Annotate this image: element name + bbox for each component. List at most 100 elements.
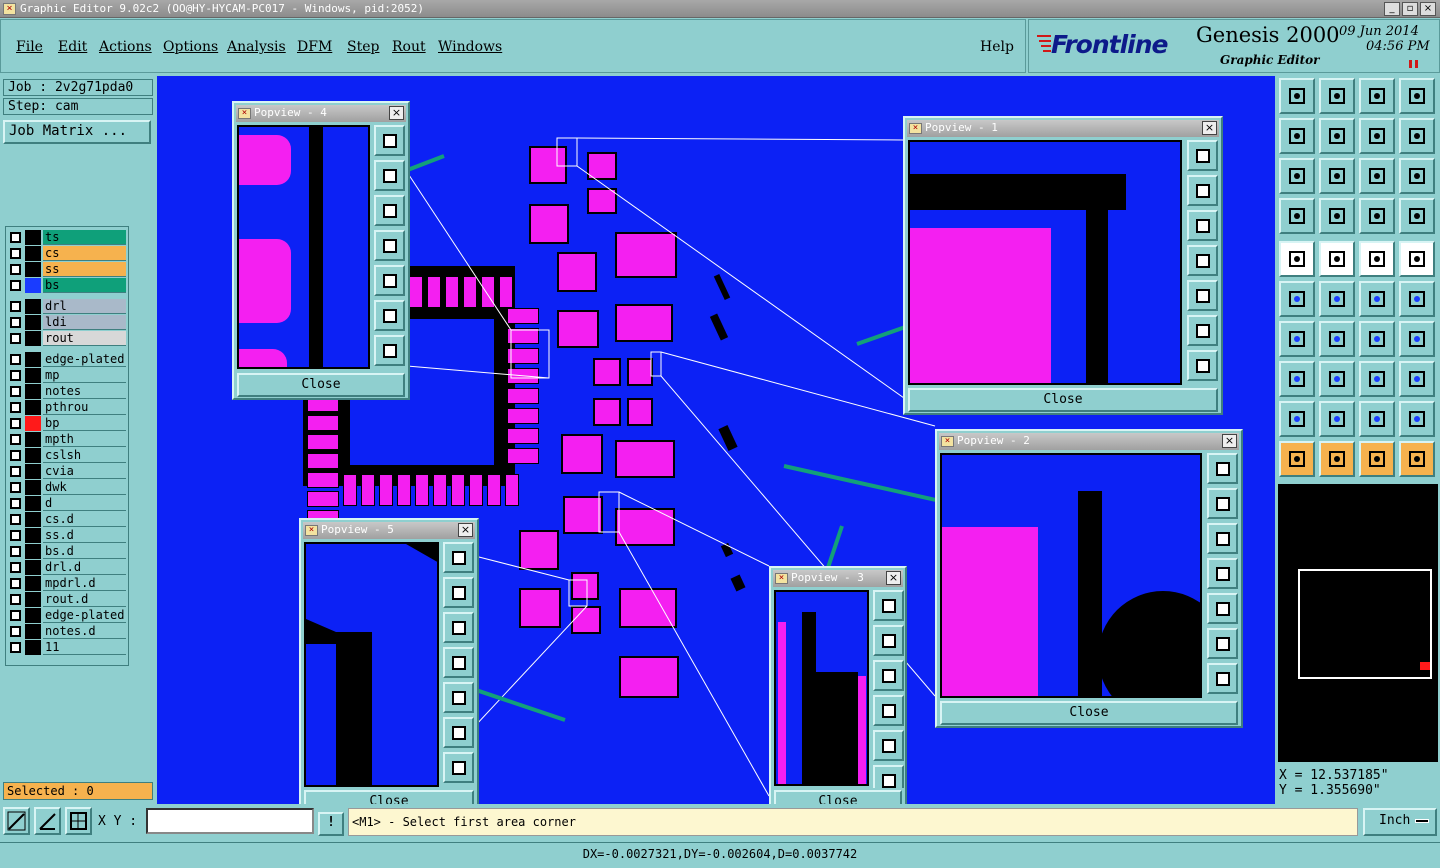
layer-color-swatch[interactable] bbox=[25, 544, 41, 559]
popview-close-icon[interactable]: × bbox=[1202, 121, 1217, 135]
layer-color-swatch[interactable] bbox=[25, 400, 41, 415]
layer-color-swatch[interactable] bbox=[25, 384, 41, 399]
layer-row-cslsh[interactable]: cslsh bbox=[8, 448, 128, 463]
popview-close-icon[interactable]: × bbox=[458, 523, 473, 537]
menu-file[interactable]: File bbox=[16, 39, 43, 55]
popview-tool-button[interactable] bbox=[443, 577, 474, 608]
layer-checkbox[interactable] bbox=[10, 562, 21, 573]
layer-checkbox[interactable] bbox=[10, 418, 21, 429]
arc-button[interactable] bbox=[1359, 321, 1395, 357]
popview-tool-button[interactable] bbox=[443, 717, 474, 748]
menu-help[interactable]: Help bbox=[980, 39, 1014, 55]
info-button[interactable]: ! bbox=[318, 812, 344, 836]
move-button[interactable] bbox=[1359, 281, 1395, 317]
layer-checkbox[interactable] bbox=[10, 264, 21, 275]
layer-row-notes.d[interactable]: notes.d bbox=[8, 624, 128, 639]
popview-viewport[interactable] bbox=[237, 125, 370, 369]
menu-options[interactable]: Options bbox=[163, 39, 218, 55]
layer-checkbox[interactable] bbox=[10, 232, 21, 243]
layer-color-swatch[interactable] bbox=[25, 624, 41, 639]
pan-right-button[interactable] bbox=[1319, 118, 1355, 154]
layer-checkbox[interactable] bbox=[10, 280, 21, 291]
popview-tool-button[interactable] bbox=[873, 590, 904, 621]
popview-tool-button[interactable] bbox=[1187, 175, 1218, 206]
layer-checkbox[interactable] bbox=[10, 402, 21, 413]
layer-checkbox[interactable] bbox=[10, 450, 21, 461]
menu-edit[interactable]: Edit bbox=[58, 39, 87, 55]
popview-close-icon[interactable]: × bbox=[1222, 434, 1237, 448]
layer-checkbox[interactable] bbox=[10, 642, 21, 653]
popview-tool-button[interactable] bbox=[1187, 350, 1218, 381]
scale-1-2-button[interactable] bbox=[1359, 158, 1395, 194]
menu-windows[interactable]: Windows bbox=[438, 39, 502, 55]
layer-row-bp[interactable]: bp bbox=[8, 416, 128, 431]
popview-tool-button[interactable] bbox=[1207, 558, 1238, 589]
popview-tool-button[interactable] bbox=[1187, 210, 1218, 241]
layer-row-mpdrl.d[interactable]: mpdrl.d bbox=[8, 576, 128, 591]
layer-checkbox[interactable] bbox=[10, 386, 21, 397]
layer-row-drl.d[interactable]: drl.d bbox=[8, 560, 128, 575]
layer-checkbox[interactable] bbox=[10, 301, 21, 312]
layer-color-swatch[interactable] bbox=[25, 315, 41, 330]
popview-tool-button[interactable] bbox=[1207, 663, 1238, 694]
cross-button[interactable] bbox=[1319, 281, 1355, 317]
layer-color-swatch[interactable] bbox=[25, 608, 41, 623]
popview-viewport[interactable] bbox=[940, 453, 1202, 698]
overview-map[interactable] bbox=[1278, 484, 1438, 762]
minimize-button[interactable]: _ bbox=[1384, 2, 1400, 16]
layer-row-bs[interactable]: bs bbox=[8, 278, 128, 293]
layer-row-d[interactable]: d bbox=[8, 496, 128, 511]
layer-row-ts[interactable]: ts bbox=[8, 230, 128, 245]
layer-checkbox[interactable] bbox=[10, 530, 21, 541]
redraw-button[interactable] bbox=[1359, 118, 1395, 154]
measure-icon[interactable] bbox=[34, 807, 61, 835]
menu-actions[interactable]: Actions bbox=[99, 39, 152, 55]
popview-close-button[interactable]: Close bbox=[908, 388, 1218, 412]
layer-row-11[interactable]: 11 bbox=[8, 640, 128, 655]
popview-tool-button[interactable] bbox=[443, 612, 474, 643]
pad-button[interactable] bbox=[1279, 361, 1315, 397]
select-button[interactable] bbox=[1279, 441, 1315, 477]
shape-d-button[interactable] bbox=[1399, 401, 1435, 437]
select-box-button[interactable] bbox=[1319, 441, 1355, 477]
shape-a-button[interactable] bbox=[1279, 401, 1315, 437]
popview-viewport[interactable] bbox=[304, 542, 439, 787]
layer-row-cs[interactable]: cs bbox=[8, 246, 128, 261]
line-button[interactable] bbox=[1319, 321, 1355, 357]
zoom-in-button[interactable] bbox=[1279, 158, 1315, 194]
layer-color-swatch[interactable] bbox=[25, 464, 41, 479]
popview-viewport[interactable] bbox=[774, 590, 869, 786]
zoom-fit-button[interactable] bbox=[1319, 78, 1355, 114]
layer-color-swatch[interactable] bbox=[25, 352, 41, 367]
layer-row-mpth[interactable]: mpth bbox=[8, 432, 128, 447]
zoom-window-button[interactable] bbox=[1399, 78, 1435, 114]
layer-color-swatch[interactable] bbox=[25, 512, 41, 527]
popview-close-button[interactable]: Close bbox=[940, 701, 1238, 725]
menu-rout[interactable]: Rout bbox=[392, 39, 426, 55]
popview-tool-button[interactable] bbox=[374, 265, 405, 296]
shape-b-button[interactable] bbox=[1319, 401, 1355, 437]
layer-color-swatch[interactable] bbox=[25, 480, 41, 495]
dimension-button[interactable] bbox=[1359, 361, 1395, 397]
pan-left-button[interactable] bbox=[1279, 118, 1315, 154]
layer-color-swatch[interactable] bbox=[25, 331, 41, 346]
popview-tool-button[interactable] bbox=[374, 125, 405, 156]
popview-tool-button[interactable] bbox=[1187, 280, 1218, 311]
layer-row-ldi[interactable]: ldi bbox=[8, 315, 128, 330]
layer-color-swatch[interactable] bbox=[25, 528, 41, 543]
layer-row-rout.d[interactable]: rout.d bbox=[8, 592, 128, 607]
popview-tool-button[interactable] bbox=[1207, 593, 1238, 624]
angle-button[interactable] bbox=[1279, 321, 1315, 357]
menu-dfm[interactable]: DFM bbox=[297, 39, 332, 55]
wire-button[interactable] bbox=[1319, 361, 1355, 397]
layer-row-notes[interactable]: notes bbox=[8, 384, 128, 399]
shape-c-button[interactable] bbox=[1359, 401, 1395, 437]
layer-row-ss.d[interactable]: ss.d bbox=[8, 528, 128, 543]
layer-row-edge-plated[interactable]: edge-plated bbox=[8, 352, 128, 367]
add-circle-button[interactable] bbox=[1399, 241, 1435, 277]
rotate-button[interactable] bbox=[1399, 281, 1435, 317]
layer-color-swatch[interactable] bbox=[25, 432, 41, 447]
layers-b-button[interactable] bbox=[1399, 198, 1435, 234]
add-line-button[interactable] bbox=[1319, 241, 1355, 277]
layer-color-swatch[interactable] bbox=[25, 560, 41, 575]
